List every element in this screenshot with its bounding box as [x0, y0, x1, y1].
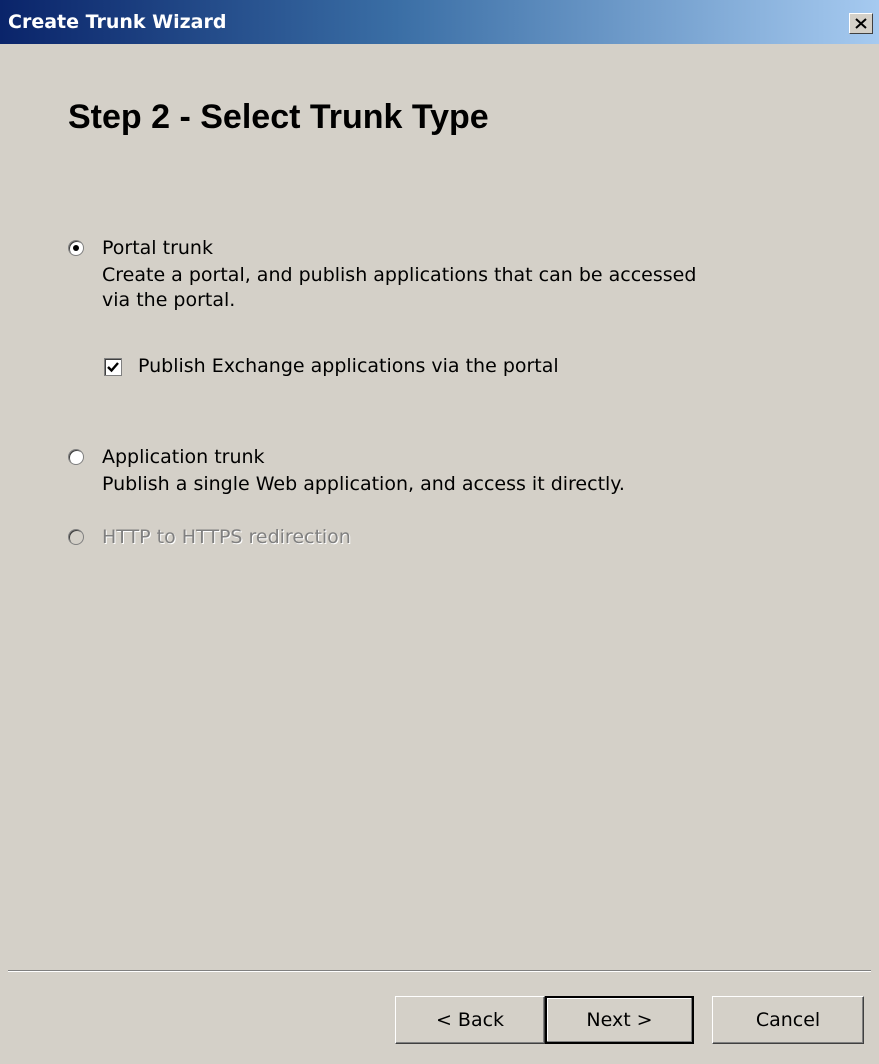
- next-button[interactable]: Next >: [545, 996, 694, 1044]
- application-trunk-description: Publish a single Web application, and ac…: [102, 473, 625, 495]
- checkmark-icon: [107, 362, 119, 373]
- http-redirect-label: HTTP to HTTPS redirection: [102, 526, 351, 548]
- footer-separator: [8, 970, 871, 972]
- portal-trunk-description: Create a portal, and publish application…: [102, 264, 697, 311]
- close-button[interactable]: [849, 13, 873, 34]
- cancel-button[interactable]: Cancel: [712, 996, 864, 1044]
- portal-trunk-label[interactable]: Portal trunk: [102, 237, 213, 259]
- window-title: Create Trunk Wizard: [8, 11, 227, 33]
- publish-exchange-label[interactable]: Publish Exchange applications via the po…: [138, 355, 559, 377]
- http-redirect-radio: [68, 529, 84, 545]
- publish-exchange-checkbox[interactable]: [104, 358, 122, 376]
- application-trunk-label[interactable]: Application trunk: [102, 446, 265, 468]
- title-bar: Create Trunk Wizard: [0, 0, 879, 44]
- radio-selected-dot: [73, 245, 79, 251]
- page-title: Step 2 - Select Trunk Type: [68, 98, 489, 136]
- application-trunk-radio[interactable]: [68, 449, 84, 465]
- close-icon: [855, 18, 867, 29]
- portal-trunk-radio[interactable]: [68, 240, 84, 256]
- back-button[interactable]: < Back: [395, 996, 545, 1044]
